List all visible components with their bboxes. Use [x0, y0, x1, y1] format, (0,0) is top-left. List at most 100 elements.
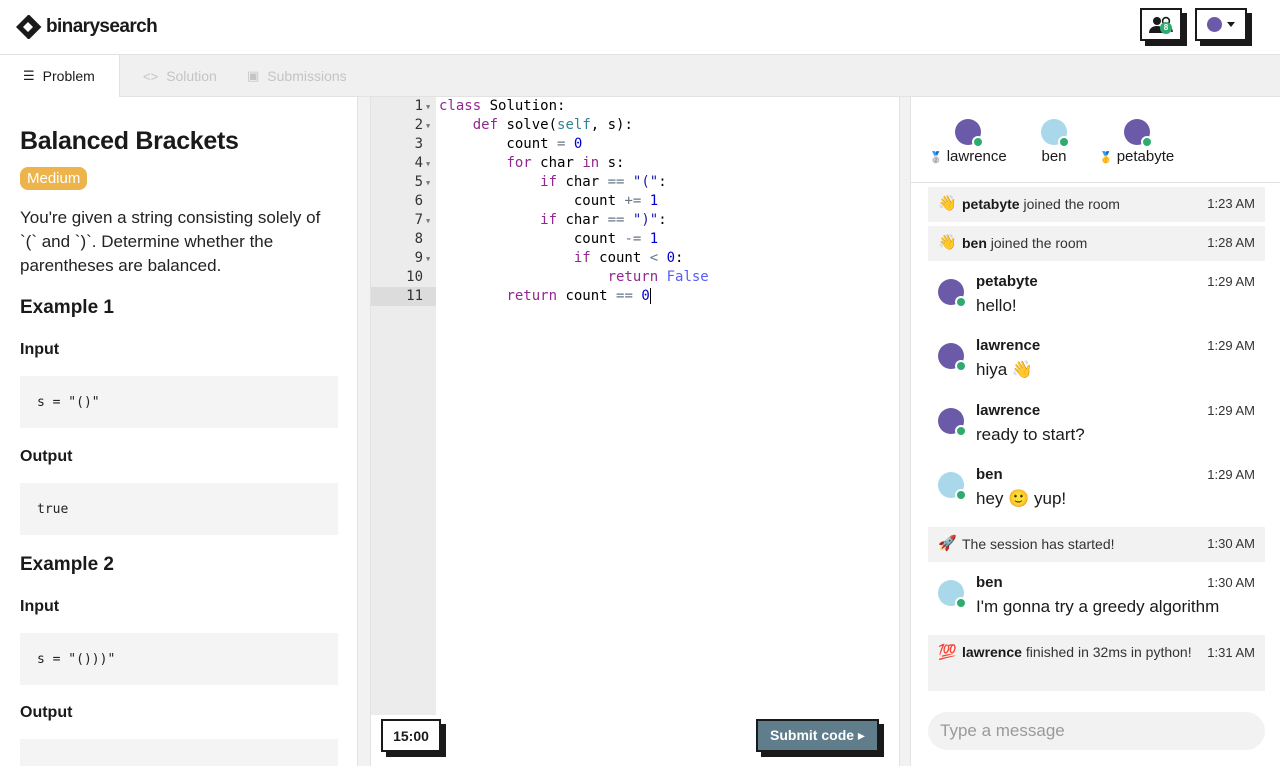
code-editor[interactable]: 1 ▼ class Solution: 2 ▼ def solve(self, s): 3… [370, 97, 900, 766]
tab-problem[interactable]: ☰ Problem [0, 55, 120, 97]
line-number: 9 [414, 250, 423, 266]
timestamp: 1:23 AM [1207, 196, 1255, 211]
tab-solution-label: Solution [166, 68, 217, 84]
tab-problem-label: Problem [42, 68, 95, 84]
timestamp: 1:28 AM [1207, 235, 1255, 250]
chat-message: petabyte 1:29 AM hello! [928, 273, 1265, 323]
fold-arrow-icon[interactable]: ▼ [426, 174, 430, 193]
example-heading: Example 2 [20, 554, 114, 575]
member-ben[interactable]: ben [1041, 119, 1070, 165]
tab-solution[interactable]: <> Solution [143, 55, 217, 97]
message-author[interactable]: ben [976, 466, 1003, 483]
logo[interactable]: binarysearch [16, 15, 158, 39]
pane-divider[interactable] [358, 97, 370, 766]
fold-arrow-icon[interactable]: ▼ [426, 98, 430, 117]
code-line[interactable]: 5 ▼ if char == "(": [371, 173, 899, 193]
system-message: 👋 petabyte joined the room 1:23 AM [928, 187, 1265, 222]
line-number: 7 [414, 212, 423, 228]
system-emoji-icon: 👋 [938, 234, 957, 251]
message-text: hello! [976, 296, 1017, 315]
tab-submissions[interactable]: ▣ Submissions [247, 55, 347, 97]
fold-arrow-icon[interactable]: ▼ [426, 117, 430, 136]
code-line[interactable]: 10 return False [371, 268, 899, 287]
message-text: I'm gonna try a greedy algorithm [976, 597, 1220, 616]
avatar[interactable] [938, 472, 967, 501]
online-indicator [955, 360, 967, 372]
logo-icon [16, 15, 42, 39]
avatar[interactable] [938, 279, 967, 308]
system-message: 💯 lawrence finished in 32ms in python! 1:3… [928, 635, 1265, 691]
chat-message: ben 1:30 AM I'm gonna try a greedy algorit… [928, 574, 1265, 624]
member-petabyte[interactable]: 🥇 petabyte [1099, 119, 1174, 165]
online-indicator [1058, 136, 1070, 148]
top-bar: binarysearch 8 [0, 0, 1280, 55]
list-icon: ☰ [23, 68, 35, 83]
problem-description: You're given a string consisting solely … [20, 208, 321, 275]
tab-submissions-label: Submissions [267, 68, 347, 84]
avatar[interactable] [938, 580, 967, 609]
message-author[interactable]: ben [976, 574, 1003, 591]
member-lawrence[interactable]: 🥈 lawrence [929, 119, 1007, 165]
system-message-text: finished in 32ms in python! [1021, 644, 1192, 660]
member-name: ben [1041, 148, 1067, 165]
example-output: true [20, 483, 338, 535]
code-line[interactable]: 8 count -= 1 [371, 230, 899, 249]
system-message-text: The session has started! [962, 536, 1115, 552]
system-emoji-icon: 💯 [938, 644, 957, 661]
chat-panel: 🥈 lawrence ben 🥇 petabyte 👋 petabyte joined t… [910, 97, 1280, 766]
code-text: def solve(self, s): [472, 117, 633, 133]
online-indicator [955, 597, 967, 609]
code-text: for char in s: [506, 155, 625, 171]
fold-arrow-icon[interactable]: ▼ [426, 155, 430, 174]
timestamp: 1:29 AM [1207, 338, 1255, 353]
chevron-down-icon [1227, 22, 1235, 27]
line-number: 2 [414, 117, 423, 133]
code-line[interactable]: 6 count += 1 [371, 192, 899, 211]
timer: 15:00 [381, 719, 441, 752]
avatar[interactable] [938, 343, 967, 372]
members-list: 🥈 lawrence ben 🥇 petabyte [911, 97, 1280, 183]
message-text: hiya 👋 [976, 360, 1034, 379]
online-indicator [955, 296, 967, 308]
participants-button[interactable]: 8 [1140, 8, 1182, 41]
timestamp: 1:30 AM [1207, 575, 1255, 590]
example-input: s = "()))" [20, 633, 338, 685]
line-number: 10 [406, 269, 423, 285]
message-author[interactable]: lawrence [976, 337, 1040, 354]
chat-message: lawrence 1:29 AM hiya 👋 [928, 337, 1265, 387]
message-author[interactable]: lawrence [976, 402, 1040, 419]
output-label: Output [20, 448, 73, 465]
system-emoji-icon: 🚀 [938, 535, 957, 552]
code-line[interactable]: 2 ▼ def solve(self, s): [371, 116, 899, 136]
code-line[interactable]: 7 ▼ if char == ")": [371, 211, 899, 231]
online-indicator [955, 425, 967, 437]
code-line[interactable]: 1 ▼ class Solution: [371, 97, 899, 117]
example-heading: Example 1 [20, 297, 114, 318]
chat-bubbles-icon: ▣ [247, 68, 260, 83]
system-message-user: lawrence [962, 644, 1022, 660]
online-indicator [955, 489, 967, 501]
text-cursor [649, 288, 651, 304]
submit-button[interactable]: Submit code ▸ [756, 719, 879, 752]
code-line[interactable]: 11 return count == 0 [371, 287, 899, 306]
system-emoji-icon: 👋 [938, 195, 957, 212]
line-number: 5 [414, 174, 423, 190]
medal-icon: 🥇 [1099, 152, 1113, 164]
user-menu-button[interactable] [1195, 8, 1247, 41]
message-input[interactable]: Type a message [928, 712, 1265, 750]
avatar [1041, 119, 1070, 148]
example-output [20, 739, 338, 766]
code-line[interactable]: 9 ▼ if count < 0: [371, 249, 899, 269]
fold-arrow-icon[interactable]: ▼ [426, 250, 430, 269]
avatar[interactable] [938, 408, 967, 437]
message-author[interactable]: petabyte [976, 273, 1038, 290]
brand-name: binarysearch [46, 16, 158, 37]
code-line[interactable]: 3 count = 0 [371, 135, 899, 154]
code-line[interactable]: 4 ▼ for char in s: [371, 154, 899, 174]
line-number: 11 [371, 287, 423, 306]
fold-arrow-icon[interactable]: ▼ [426, 212, 430, 231]
code-text: class Solution: [439, 98, 566, 114]
pane-divider[interactable] [900, 97, 910, 766]
medal-icon: 🥈 [929, 152, 943, 164]
line-number: 8 [414, 231, 423, 247]
